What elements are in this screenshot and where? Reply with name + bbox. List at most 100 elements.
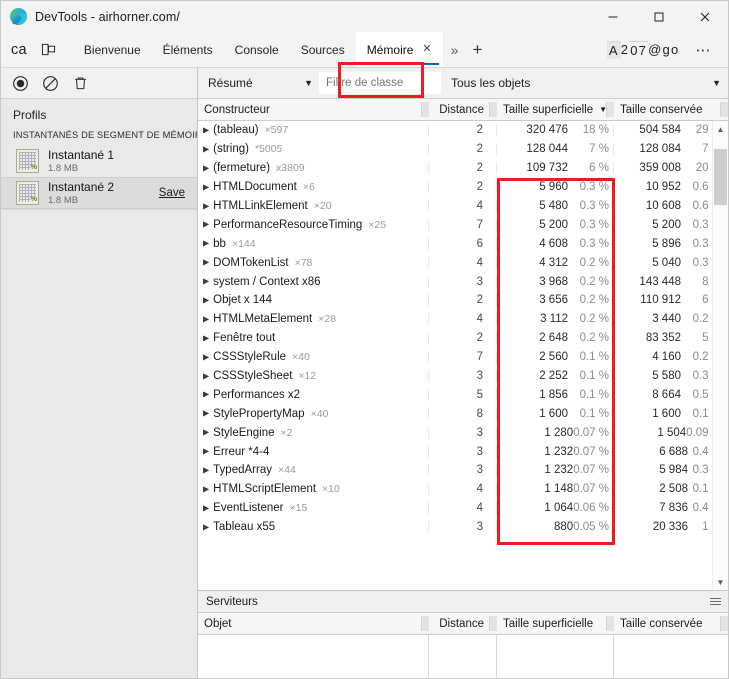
value-percent: 0.2 %	[579, 332, 609, 345]
scrollbar-thumb[interactable]	[714, 149, 727, 205]
expand-triangle-icon[interactable]: ▶	[203, 409, 209, 418]
tab-console[interactable]: Console	[224, 32, 290, 67]
table-row[interactable]: ▶ Objet x 144 2 3 656 0.2 % 110 9126 %	[198, 291, 728, 310]
snapshot-item-1[interactable]: % Instantané 1 1.8 MB	[1, 145, 197, 177]
expand-triangle-icon[interactable]: ▶	[203, 182, 209, 191]
column-header-retained-size[interactable]: Taille conservée	[614, 99, 728, 120]
cell-constructor: ▶ CSSStyleSheet ×12	[198, 370, 429, 383]
expand-triangle-icon[interactable]: ▶	[203, 295, 209, 304]
maximize-icon[interactable]	[636, 1, 682, 32]
class-filter-input[interactable]	[319, 72, 441, 94]
table-row[interactable]: ▶ DOMTokenList ×78 4 4 312 0.2 % 5 040 0.3 %	[198, 253, 728, 272]
more-tabs-icon[interactable]: »	[443, 32, 465, 67]
device-toolbar-icon[interactable]	[36, 37, 61, 62]
table-row[interactable]: ▶ (string) *5005 2 128 044 7 % 128 0847 %	[198, 140, 728, 159]
table-row[interactable]: ▶ Erreur *4-4 3 1 232 0.07 % 6 688 0.4 %	[198, 442, 728, 461]
column-header-shallow-size[interactable]: Taille superficielle ▼	[497, 99, 614, 120]
table-row[interactable]: ▶ HTMLMetaElement ×28 4 3 112 0.2 % 3 440 0.2 %	[198, 310, 728, 329]
expand-triangle-icon[interactable]: ▶	[203, 522, 209, 531]
tab-bienvenue[interactable]: Bienvenue	[73, 32, 152, 67]
expand-triangle-icon[interactable]: ▶	[203, 465, 209, 474]
add-tab-button[interactable]: +	[464, 32, 490, 67]
expand-triangle-icon[interactable]: ▶	[203, 428, 209, 437]
table-row[interactable]: ▶ StylePropertyMap ×40 8 1 600 0.1 % 1 600 0.1 …	[198, 404, 728, 423]
cell-shallow-size: 1 600 0.1 %	[497, 407, 614, 420]
value-percent: 0.1 %	[579, 351, 609, 364]
status-indicators[interactable]: A 2 07 @ go	[606, 40, 679, 59]
close-icon[interactable]	[682, 1, 728, 32]
table-row[interactable]: ▶ CSSStyleRule ×40 7 2 560 0.1 % 4 160 0.2 %	[198, 348, 728, 367]
expand-triangle-icon[interactable]: ▶	[203, 163, 209, 172]
expand-triangle-icon[interactable]: ▶	[203, 352, 209, 361]
table-row[interactable]: ▶ Performances x2 5 1 856 0.1 % 8 664 0.5 %	[198, 385, 728, 404]
retainers-column-retained-size[interactable]: Taille conservée	[614, 613, 728, 634]
value-percent: 7 %	[589, 143, 609, 156]
expand-triangle-icon[interactable]: ▶	[203, 447, 209, 456]
window-title: DevTools - airhorner.com/	[35, 9, 180, 24]
retainers-header-row: Objet Distance Taille superficielle Tail…	[198, 613, 728, 635]
retainers-menu-icon[interactable]	[710, 598, 728, 605]
expand-triangle-icon[interactable]: ▶	[203, 314, 209, 323]
expand-triangle-icon[interactable]: ▶	[203, 201, 209, 210]
expand-triangle-icon[interactable]: ▶	[203, 277, 209, 286]
table-row[interactable]: ▶ HTMLDocument ×6 2 5 960 0.3 % 10 952 0.6 %	[198, 178, 728, 197]
snapshot-icon: %	[16, 181, 39, 205]
value-number: 5 984	[659, 464, 688, 477]
snapshot-save-link[interactable]: Save	[159, 187, 189, 199]
table-row[interactable]: ▶ bb ×144 6 4 608 0.3 % 5 896 0.3 %	[198, 234, 728, 253]
table-row[interactable]: ▶ CSSStyleSheet ×12 3 2 252 0.1 % 5 580 0.3 %	[198, 367, 728, 386]
tab-memoire[interactable]: Mémoire ✕	[355, 32, 443, 67]
tab-sources[interactable]: Sources	[290, 32, 356, 67]
expand-triangle-icon[interactable]: ▶	[203, 390, 209, 399]
table-vertical-scrollbar[interactable]: ▲ ▼	[712, 121, 728, 590]
value-percent: 0.05 %	[573, 521, 609, 534]
constructor-name: Erreur *4-4	[213, 445, 270, 458]
trash-icon[interactable]	[70, 73, 90, 93]
table-row[interactable]: ▶ StyleEngine ×2 3 1 280 0.07 % 1 504 0.09 %	[198, 423, 728, 442]
table-row[interactable]: ▶ (tableau) ×597 2 320 476 18 % 504 584 29 %	[198, 121, 728, 140]
table-row[interactable]: ▶ (fermeture) x3809 2 109 732 6 % 359 008 20 %	[198, 159, 728, 178]
value-number: 143 448	[639, 275, 681, 288]
retainers-column-distance[interactable]: Distance	[429, 613, 497, 634]
tab-label: Bienvenue	[83, 42, 141, 57]
tab-elements[interactable]: Éléments	[152, 32, 224, 67]
expand-triangle-icon[interactable]: ▶	[203, 484, 209, 493]
cell-shallow-size: 2 648 0.2 %	[497, 332, 614, 345]
expand-triangle-icon[interactable]: ▶	[203, 503, 209, 512]
expand-triangle-icon[interactable]: ▶	[203, 144, 209, 153]
expand-triangle-icon[interactable]: ▶	[203, 258, 209, 267]
record-icon[interactable]	[10, 73, 30, 93]
no-entry-icon[interactable]	[40, 73, 60, 93]
retainers-column-shallow-size[interactable]: Taille superficielle	[497, 613, 614, 634]
retainers-column-object[interactable]: Objet	[198, 613, 429, 634]
inspect-glyph[interactable]: ca	[8, 42, 27, 58]
table-row[interactable]: ▶ EventListener ×15 4 1 064 0.06 % 7 836 0.4 %	[198, 499, 728, 518]
minimize-icon[interactable]	[590, 1, 636, 32]
constructor-name: HTMLDocument	[213, 181, 297, 194]
scroll-down-arrow-icon[interactable]: ▼	[713, 574, 728, 590]
column-header-distance[interactable]: Distance	[429, 99, 497, 120]
tab-close-icon[interactable]: ✕	[422, 44, 431, 55]
expand-triangle-icon[interactable]: ▶	[203, 371, 209, 380]
scroll-up-arrow-icon[interactable]: ▲	[713, 121, 728, 137]
expand-triangle-icon[interactable]: ▶	[203, 239, 209, 248]
scrollbar-track[interactable]	[713, 137, 728, 574]
table-row[interactable]: ▶ Fenêtre tout 2 2 648 0.2 % 83 3525 %	[198, 329, 728, 348]
column-header-constructor[interactable]: Constructeur	[198, 99, 429, 120]
table-row[interactable]: ▶ system / Context x86 3 3 968 0.2 % 143 448 8…	[198, 272, 728, 291]
cell-distance: 2	[429, 143, 497, 156]
view-select[interactable]: Résumé ▼	[208, 76, 319, 90]
table-row[interactable]: ▶ TypedArray ×44 3 1 232 0.07 % 5 984 0.3 %	[198, 461, 728, 480]
table-row[interactable]: ▶Tableau x5538800.05 %20 3361 %	[198, 518, 728, 537]
objects-select[interactable]: Tous les objets ▼	[441, 76, 728, 90]
devtools-menu-icon[interactable]: ⋯	[679, 41, 721, 59]
table-row[interactable]: ▶ HTMLLinkElement ×20 4 5 480 0.3 % 10 608 0.6 …	[198, 197, 728, 216]
expand-triangle-icon[interactable]: ▶	[203, 220, 209, 229]
cell-shallow-size: 320 476 18 %	[497, 124, 614, 137]
expand-triangle-icon[interactable]: ▶	[203, 125, 209, 134]
table-row[interactable]: ▶ PerformanceResourceTiming ×25 7 5 200 0.3 %…	[198, 215, 728, 234]
expand-triangle-icon[interactable]: ▶	[203, 333, 209, 342]
snapshot-item-2[interactable]: % Instantané 2 1.8 MB Save	[1, 177, 197, 209]
table-row[interactable]: ▶ HTMLScriptElement ×10 4 1 148 0.07 % 2 508 0.…	[198, 480, 728, 499]
constructor-name: CSSStyleSheet	[213, 370, 293, 383]
